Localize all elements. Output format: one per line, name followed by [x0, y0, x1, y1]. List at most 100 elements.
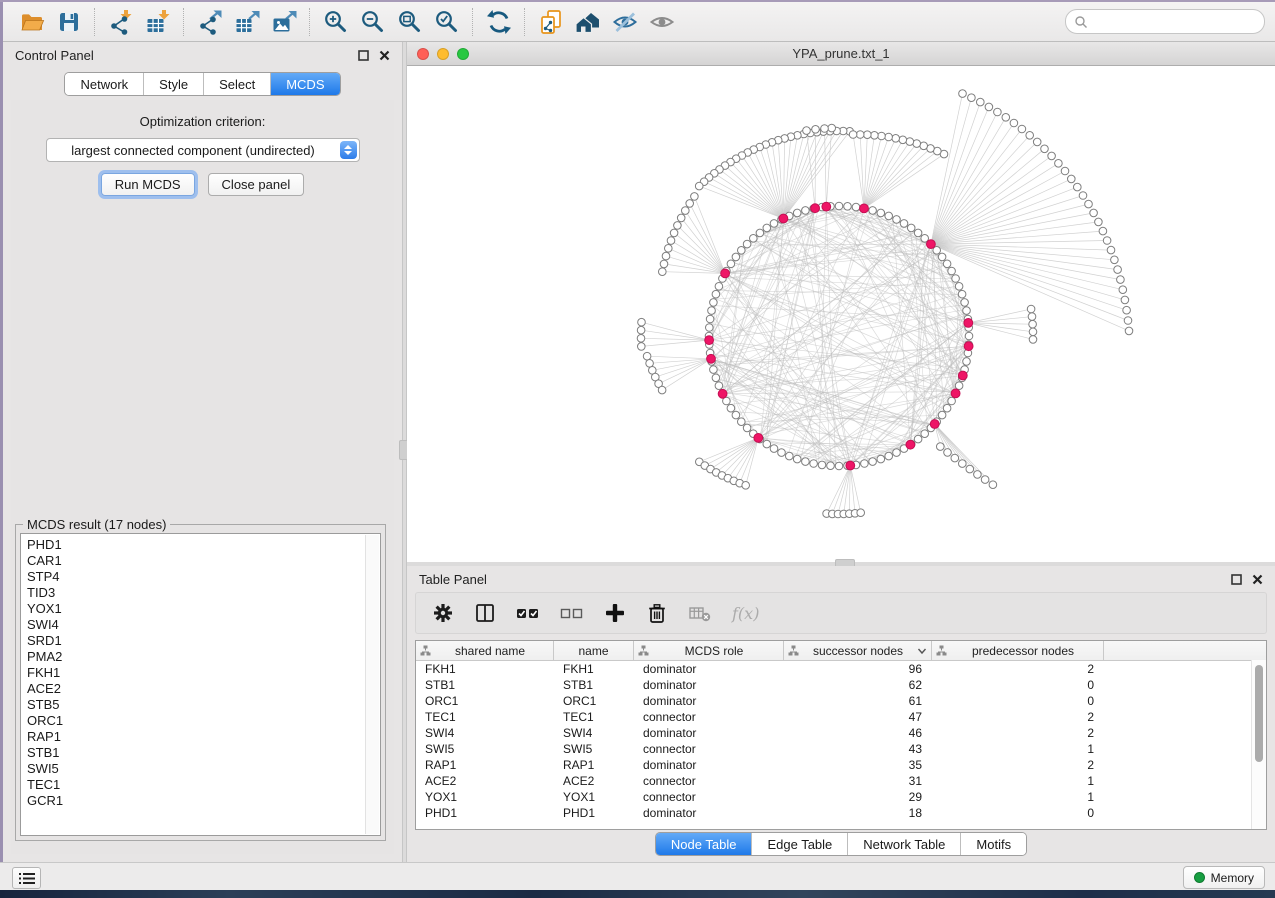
close-panel-button[interactable]: Close panel: [208, 173, 305, 196]
select-all-columns-button[interactable]: [516, 598, 540, 628]
table-panel-header[interactable]: Table Panel: [407, 566, 1275, 592]
show-columns-button[interactable]: [474, 598, 496, 628]
mcds-result-item[interactable]: RAP1: [21, 729, 380, 745]
float-window-icon[interactable]: [1231, 574, 1242, 585]
network-window-title: YPA_prune.txt_1: [407, 46, 1275, 61]
mcds-result-item[interactable]: PMA2: [21, 649, 380, 665]
float-window-icon[interactable]: [358, 50, 369, 61]
mcds-result-item[interactable]: ACE2: [21, 681, 380, 697]
tab-select[interactable]: Select: [204, 73, 271, 95]
function-builder-button[interactable]: f(x): [732, 598, 759, 628]
export-image-button[interactable]: [265, 6, 302, 38]
control-panel-header[interactable]: Control Panel: [3, 42, 402, 68]
table-row[interactable]: SWI5SWI5connector431: [416, 741, 1266, 757]
network-view-window: YPA_prune.txt_1: [407, 42, 1275, 562]
maximize-window-icon[interactable]: [457, 48, 469, 60]
create-column-button[interactable]: [604, 598, 626, 628]
optimization-select[interactable]: largest connected component (undirected): [46, 138, 360, 162]
zoom-fit-button[interactable]: [391, 6, 428, 38]
mcds-result-item[interactable]: STB5: [21, 697, 380, 713]
mcds-result-item[interactable]: SWI5: [21, 761, 380, 777]
column-header-name[interactable]: name: [554, 641, 634, 660]
table-cell: dominator: [634, 758, 784, 772]
mcds-result-item[interactable]: GCR1: [21, 793, 380, 809]
mcds-result-item[interactable]: TEC1: [21, 777, 380, 793]
zoom-out-button[interactable]: [354, 6, 391, 38]
table-row[interactable]: SWI4SWI4dominator462: [416, 725, 1266, 741]
table-row[interactable]: PHD1PHD1dominator180: [416, 805, 1266, 821]
tab-network[interactable]: Network: [65, 73, 144, 95]
tab-edge-table[interactable]: Edge Table: [752, 833, 848, 855]
tab-motifs[interactable]: Motifs: [961, 833, 1026, 855]
search-field[interactable]: [1065, 9, 1265, 34]
copy-networks-button[interactable]: [532, 6, 569, 38]
chevron-down-icon: [917, 647, 927, 655]
mcds-result-item[interactable]: ORC1: [21, 713, 380, 729]
mcds-result-scrollbar[interactable]: [365, 535, 379, 834]
close-panel-icon[interactable]: [1252, 574, 1263, 585]
mcds-result-item[interactable]: TID3: [21, 585, 380, 601]
mcds-result-list-container[interactable]: PHD1CAR1STP4TID3YOX1SWI4SRD1PMA2FKH1ACE2…: [20, 533, 381, 836]
refresh-button[interactable]: [480, 6, 517, 38]
table-scrollbar[interactable]: [1251, 660, 1266, 829]
table-cell: 31: [784, 774, 932, 788]
search-input[interactable]: [1088, 14, 1232, 30]
mcds-result-item[interactable]: STP4: [21, 569, 380, 585]
table-row[interactable]: FKH1FKH1dominator962: [416, 661, 1266, 677]
task-history-button[interactable]: [12, 867, 41, 889]
mcds-result-item[interactable]: FKH1: [21, 665, 380, 681]
column-header-successor-nodes[interactable]: successor nodes: [784, 641, 932, 660]
tab-style[interactable]: Style: [144, 73, 204, 95]
delete-column-button[interactable]: [646, 598, 668, 628]
table-settings-button[interactable]: [432, 598, 454, 628]
save-session-button[interactable]: [50, 6, 87, 38]
export-table-button[interactable]: [228, 6, 265, 38]
mcds-result-item[interactable]: PHD1: [21, 537, 380, 553]
open-file-button[interactable]: [13, 6, 50, 38]
network-canvas[interactable]: [407, 66, 1275, 563]
unselect-all-columns-button[interactable]: [560, 598, 584, 628]
hide-selected-button[interactable]: [606, 6, 643, 38]
column-header-MCDS-role[interactable]: MCDS role: [634, 641, 784, 660]
mcds-result-item[interactable]: SWI4: [21, 617, 380, 633]
run-mcds-button[interactable]: Run MCDS: [101, 173, 195, 196]
table-scrollbar-thumb[interactable]: [1255, 665, 1263, 762]
table-cell: SWI4: [416, 726, 554, 740]
column-header-shared-name[interactable]: shared name: [416, 641, 554, 660]
column-header-predecessor-nodes[interactable]: predecessor nodes: [932, 641, 1104, 660]
table-row[interactable]: ORC1ORC1dominator610: [416, 693, 1266, 709]
tab-network-table[interactable]: Network Table: [848, 833, 961, 855]
minimize-window-icon[interactable]: [437, 48, 449, 60]
delete-table-icon: [688, 602, 712, 624]
zoom-in-button[interactable]: [317, 6, 354, 38]
close-window-icon[interactable]: [417, 48, 429, 60]
close-panel-icon[interactable]: [379, 50, 390, 61]
import-table-button[interactable]: [139, 6, 176, 38]
tab-mcds[interactable]: MCDS: [271, 73, 339, 95]
table-row[interactable]: RAP1RAP1dominator352: [416, 757, 1266, 773]
table-cell: SWI5: [554, 742, 634, 756]
gear-icon: [432, 602, 454, 624]
table-cell: SWI4: [554, 726, 634, 740]
mcds-result-item[interactable]: SRD1: [21, 633, 380, 649]
mcds-result-item[interactable]: YOX1: [21, 601, 380, 617]
import-network-button[interactable]: [102, 6, 139, 38]
table-row[interactable]: ACE2ACE2connector311: [416, 773, 1266, 789]
tab-node-table[interactable]: Node Table: [656, 833, 753, 855]
mcds-result-item[interactable]: STB1: [21, 745, 380, 761]
first-neighbors-button[interactable]: [569, 6, 606, 38]
table-cell: ORC1: [554, 694, 634, 708]
delete-table-button[interactable]: [688, 598, 712, 628]
table-cell: 43: [784, 742, 932, 756]
export-network-button[interactable]: [191, 6, 228, 38]
table-row[interactable]: YOX1YOX1connector291: [416, 789, 1266, 805]
network-window-titlebar[interactable]: YPA_prune.txt_1: [407, 42, 1275, 66]
table-row[interactable]: TEC1TEC1connector472: [416, 709, 1266, 725]
memory-button[interactable]: Memory: [1183, 866, 1265, 889]
show-all-button[interactable]: [643, 6, 680, 38]
mcds-result-item[interactable]: CAR1: [21, 553, 380, 569]
eye-slash-icon: [612, 9, 638, 35]
table-row[interactable]: STB1STB1dominator620: [416, 677, 1266, 693]
control-panel-tabs: NetworkStyleSelectMCDS: [64, 72, 340, 96]
zoom-selected-button[interactable]: [428, 6, 465, 38]
